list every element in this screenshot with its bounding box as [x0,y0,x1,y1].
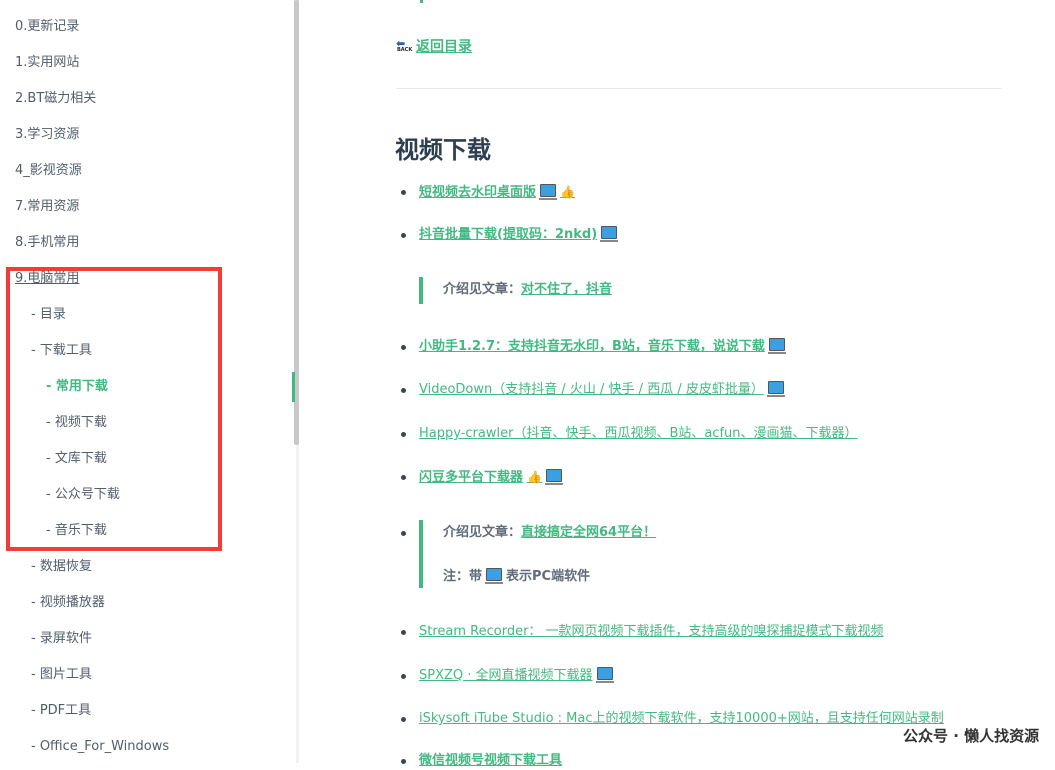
link-shandou[interactable]: 闪豆多平台下载器 👍 [419,468,563,487]
sidebar-item-office[interactable]: - Office_For_Windows [31,738,169,756]
link-itube-studio[interactable]: iSkysoft iTube Studio : Mac上的视频下载软件，支持10… [419,710,944,728]
sidebar-item-image-tools[interactable]: - 图片工具 [31,666,92,684]
sidebar-item-common-resources[interactable]: 7.常用资源 [15,198,79,216]
bullet-icon [401,759,406,764]
bullet-icon [401,190,406,195]
computer-icon [485,568,504,584]
sidebar-item-movies[interactable]: 4_影视资源 [15,162,82,180]
link-article-douyin[interactable]: 对不住了，抖音 [521,282,612,297]
sidebar: 0.更新记录 1.实用网站 2.BT磁力相关 3.学习资源 4_影视资源 7.常… [0,0,296,763]
link-stream-recorder[interactable]: Stream Recorder： 一款网页视频下载插件，支持高级的嗅探捕捉模式下… [419,623,884,641]
computer-icon [544,469,563,485]
note-prefix: 注：带 [443,569,483,584]
blockquote: 介绍见文章：直接搞定全网64平台！ 注：带 表示PC端软件 [419,520,656,588]
back-arrow-icon: ⬅ BACK [396,37,413,53]
quote-note: 注：带 表示PC端软件 [443,568,656,586]
quote-prefix: 介绍见文章： [443,282,522,297]
watermark: 公众号 · 懒人找资源 [903,727,1040,745]
sidebar-item-data-recovery[interactable]: - 数据恢复 [31,558,92,576]
computer-icon [539,184,558,200]
computer-icon [767,338,786,354]
bullet-icon [401,233,406,238]
active-indicator-bar [292,372,295,402]
sidebar-item-changelog[interactable]: 0.更新记录 [15,18,79,36]
quote-line: 介绍见文章：对不住了，抖音 [443,281,612,299]
sidebar-item-mobile[interactable]: 8.手机常用 [15,234,79,252]
sidebar-item-video-player[interactable]: - 视频播放器 [31,594,105,612]
quote-prefix: 介绍见文章： [443,525,522,540]
blockquote: 介绍见文章：对不住了，抖音 [419,277,612,304]
bullet-icon [401,717,406,722]
bullet-icon [401,475,406,480]
link-wechat-channels[interactable]: 微信视频号视频下载工具 [419,752,562,770]
bullet-icon [401,531,406,536]
back-link-label: 返回目录 [416,39,472,55]
link-happy-crawler[interactable]: Happy-crawler（抖音、快手、西瓜视频、B站、acfun、漫画猫、下载… [419,425,858,443]
bullet-icon [401,630,406,635]
sidebar-item-useful-sites[interactable]: 1.实用网站 [15,54,79,72]
link-assistant-127[interactable]: 小助手1.2.7：支持抖音无水印，B站，音乐下载，说说下载 [419,338,786,356]
link-short-video-watermark[interactable]: 短视频去水印桌面版 👍 [419,183,575,202]
computer-icon [595,667,614,683]
link-article-64-platforms[interactable]: 直接搞定全网64平台！ [521,525,656,540]
sidebar-item-bt-magnet[interactable]: 2.BT磁力相关 [15,90,96,108]
sidebar-item-screen-recorder[interactable]: - 录屏软件 [31,630,92,648]
computer-icon [766,381,785,397]
computer-icon [600,226,619,242]
bullet-icon [401,432,406,437]
quote-line: 介绍见文章：直接搞定全网64平台！ [443,524,656,542]
back-to-toc-link[interactable]: ⬅ BACK 返回目录 [396,36,472,56]
bullet-icon [401,388,406,393]
bullet-icon [401,674,406,679]
quote-border-fragment [420,0,423,3]
sidebar-item-learning[interactable]: 3.学习资源 [15,126,79,144]
sidebar-item-pdf-tools[interactable]: - PDF工具 [31,702,91,720]
note-suffix: 表示PC端软件 [506,569,591,584]
highlight-annotation-box [6,267,222,551]
thumbs-up-icon: 👍 [527,470,542,484]
thumbs-up-icon: 👍 [560,185,575,199]
link-spxzq[interactable]: SPXZQ · 全网直播视频下载器 [419,667,614,685]
bullet-icon [401,345,406,350]
section-title: 视频下载 [395,136,491,164]
link-douyin-batch[interactable]: 抖音批量下载(提取码：2nkd) [419,226,619,244]
divider [396,88,1002,89]
link-videodown[interactable]: VideoDown（支持抖音 / 火山 / 快手 / 西瓜 / 皮皮虾批量） [419,381,785,399]
